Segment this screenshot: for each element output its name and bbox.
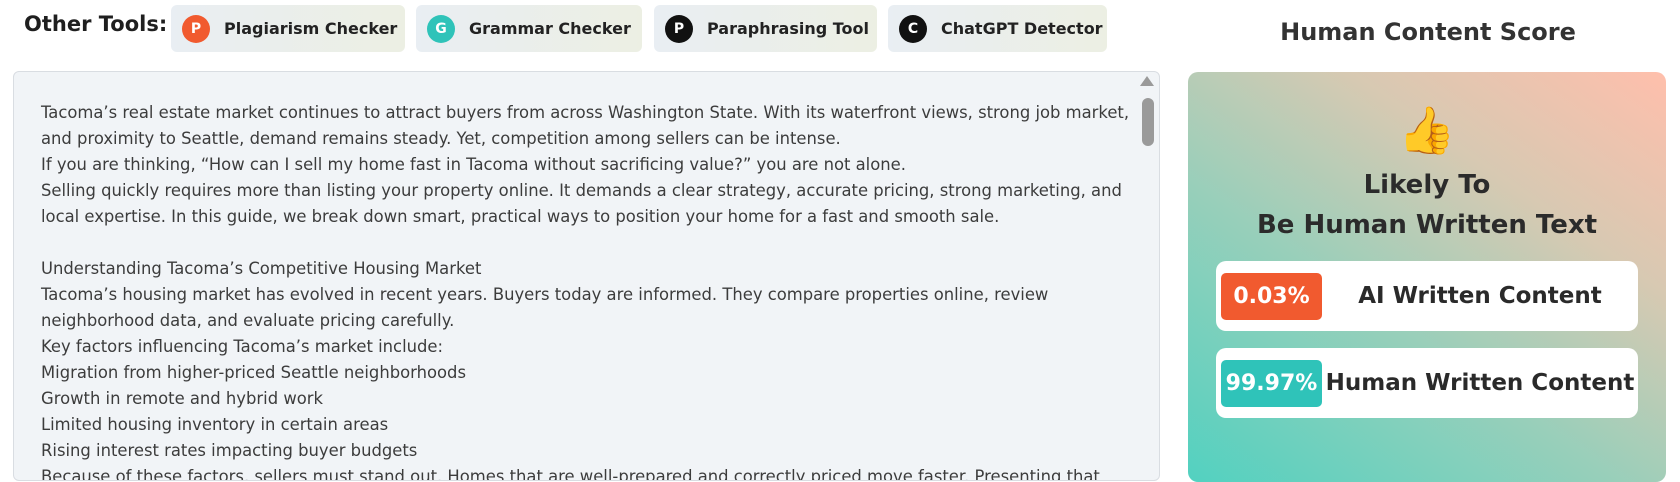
ai-content-label: AI Written Content: [1358, 283, 1602, 309]
editor-line: If you are thinking, “How can I sell my …: [41, 155, 906, 174]
grammar-checker-icon: G: [427, 14, 455, 43]
verdict-line-2: Be Human Written Text: [1256, 210, 1598, 240]
human-percent-badge: 99.97%: [1221, 359, 1322, 407]
other-tools-bar: Other Tools: P Plagiarism Checker G Gram…: [0, 0, 1120, 60]
human-content-card: 99.97% Human Written Content: [1216, 348, 1638, 418]
paraphrasing-tool-button[interactable]: P Paraphrasing Tool: [654, 5, 877, 52]
verdict-line-1: Likely To: [1363, 170, 1491, 200]
editor-line: Key factors influencing Tacoma’s market …: [41, 337, 444, 356]
editor-list-item: Limited housing inventory in certain are…: [41, 415, 389, 434]
score-panel: 👍 Likely To Be Human Written Text 0.03% …: [1188, 72, 1666, 482]
editor-list-item: Migration from higher-priced Seattle nei…: [41, 363, 466, 382]
editor-list-item: Growth in remote and hybrid work: [41, 389, 323, 408]
plagiarism-checker-icon: P: [182, 14, 210, 43]
editor-line: Selling quickly requires more than listi…: [41, 181, 1122, 200]
paragraph-break: [41, 230, 1131, 256]
plagiarism-checker-button[interactable]: P Plagiarism Checker: [171, 5, 405, 52]
scroll-up-arrow-icon[interactable]: [1140, 76, 1154, 86]
ai-percent-badge: 0.03%: [1221, 272, 1322, 320]
chatgpt-detector-button[interactable]: C ChatGPT Detector: [888, 5, 1107, 52]
editor-line: and proximity to Seattle, demand remains…: [41, 129, 841, 148]
text-editor[interactable]: Tacoma’s real estate market continues to…: [13, 71, 1160, 481]
editor-scrollbar-thumb[interactable]: [1142, 98, 1154, 146]
paraphrasing-tool-icon: P: [665, 14, 693, 43]
ai-content-card: 0.03% AI Written Content: [1216, 261, 1638, 331]
other-tools-label: Other Tools:: [24, 12, 168, 36]
editor-line: Because of these factors, sellers must s…: [41, 467, 1100, 481]
paraphrasing-tool-label: Paraphrasing Tool: [707, 19, 869, 38]
editor-list-item: Rising interest rates impacting buyer bu…: [41, 441, 418, 460]
editor-line: Tacoma’s housing market has evolved in r…: [41, 285, 1049, 304]
grammar-checker-button[interactable]: G Grammar Checker: [416, 5, 642, 52]
verdict-text: Likely To Be Human Written Text: [1188, 165, 1666, 245]
chatgpt-detector-icon: C: [899, 14, 927, 43]
editor-content: Tacoma’s real estate market continues to…: [41, 100, 1131, 481]
plagiarism-checker-label: Plagiarism Checker: [224, 19, 398, 38]
editor-line: local expertise. In this guide, we break…: [41, 207, 1000, 226]
thumbs-up-icon: 👍: [1398, 103, 1456, 157]
score-title: Human Content Score: [1280, 18, 1576, 46]
editor-line: neighborhood data, and evaluate pricing …: [41, 311, 455, 330]
editor-line: Tacoma’s real estate market continues to…: [41, 103, 1130, 122]
grammar-checker-label: Grammar Checker: [469, 19, 631, 38]
chatgpt-detector-label: ChatGPT Detector: [941, 19, 1103, 38]
editor-heading: Understanding Tacoma’s Competitive Housi…: [41, 259, 482, 278]
human-content-label: Human Written Content: [1325, 370, 1635, 396]
